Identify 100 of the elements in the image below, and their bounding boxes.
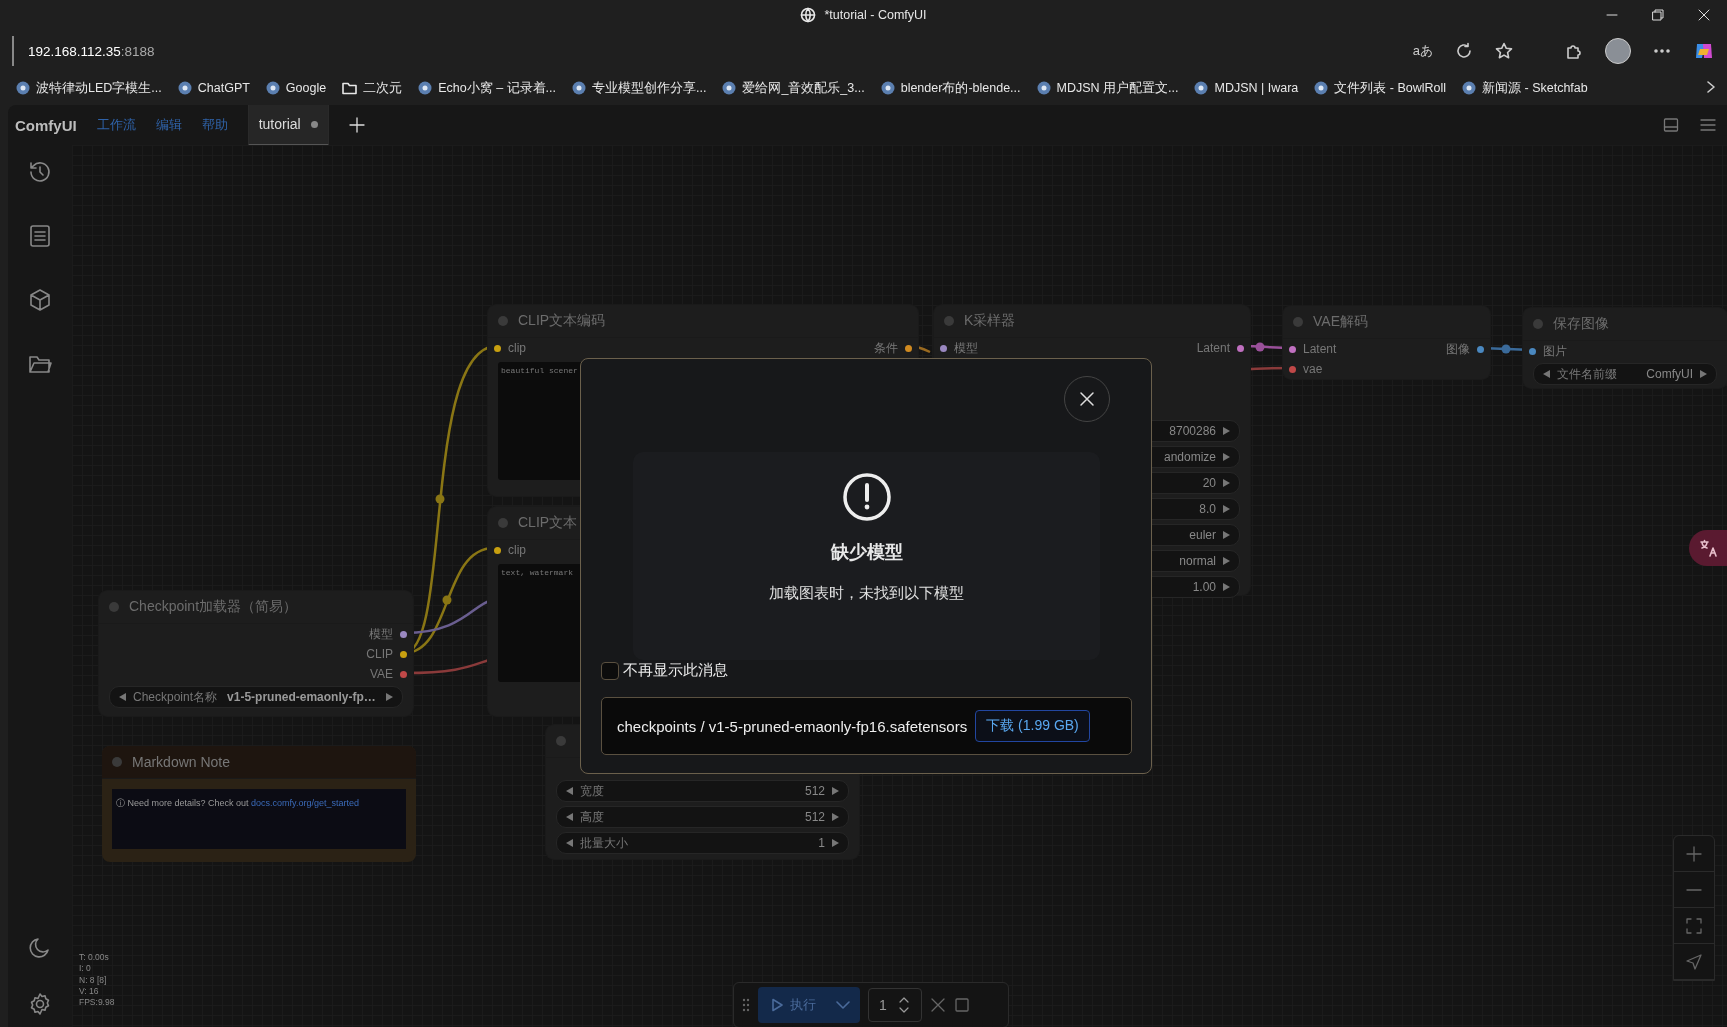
left-arrow-icon xyxy=(565,786,574,796)
slot-label: 条件 xyxy=(874,339,898,357)
cube-icon[interactable] xyxy=(27,287,53,313)
slot-dot[interactable] xyxy=(1289,345,1296,353)
chevron-right-icon[interactable] xyxy=(1705,79,1717,94)
caret-up-icon[interactable] xyxy=(898,997,909,1003)
right-arrow-icon xyxy=(831,786,840,796)
right-arrow-icon xyxy=(1222,478,1231,488)
widget-label: 高度 xyxy=(580,808,604,826)
slot-dot[interactable] xyxy=(494,546,501,554)
bookmark-link[interactable]: MDJSN | Iwara xyxy=(1214,81,1299,95)
node-status-icon xyxy=(1533,319,1543,329)
read-aloud-button[interactable]: aあ xyxy=(1412,42,1433,60)
node-card[interactable]: Checkpoint加载器（简易） 模型 CLIP VAE Checkpoint名称 v1-5-pruned-emaonly-fp… xyxy=(99,591,413,716)
bookmark-link[interactable]: Google xyxy=(285,81,327,95)
right-arrow-icon xyxy=(831,838,840,848)
stats-text: T: 0.00s xyxy=(79,952,110,964)
puzzle-icon[interactable] xyxy=(1565,42,1583,60)
widget-value: normal xyxy=(1179,554,1216,568)
history-icon[interactable] xyxy=(27,159,53,185)
site-icon xyxy=(1462,81,1477,95)
slot-dot[interactable] xyxy=(400,670,407,678)
bookmark-link[interactable]: ChatGPT xyxy=(197,81,250,95)
navigation-arrow-icon xyxy=(1686,953,1702,970)
bookmark-link[interactable]: Echo小窝 – 记录着... xyxy=(438,79,556,97)
widget-field[interactable]: 宽度 512 xyxy=(556,780,849,802)
checkbox[interactable] xyxy=(601,661,619,680)
widget-label: 批量大小 xyxy=(580,834,628,852)
widget-field[interactable]: 高度 512 xyxy=(556,806,849,828)
site-icon xyxy=(880,81,895,95)
slot-dot[interactable] xyxy=(494,344,501,352)
slot-dot[interactable] xyxy=(1477,345,1484,353)
refresh-icon[interactable] xyxy=(1455,42,1473,60)
bookmark-link[interactable]: 爱给网_音效配乐_3... xyxy=(742,79,865,97)
bookmark-link[interactable]: 新闻源 - Sketchfab xyxy=(1482,79,1588,97)
document-icon[interactable] xyxy=(27,223,53,249)
translate-button[interactable] xyxy=(1689,530,1727,566)
slot-dot[interactable] xyxy=(905,344,912,352)
widget-value: 1.00 xyxy=(1192,580,1216,594)
panel-icon[interactable] xyxy=(1663,117,1679,133)
widget-value: 8700286 xyxy=(1169,424,1216,438)
right-arrow-icon xyxy=(1222,452,1231,462)
download-button[interactable]: 下载 (1.99 GB) xyxy=(975,710,1090,742)
note-text: ⓘ Need more details? Check out docs.comfy.org/get_started xyxy=(116,798,359,808)
site-icon xyxy=(1194,81,1209,95)
plus-icon xyxy=(1686,845,1702,862)
batch-count-field[interactable]: 1 xyxy=(868,988,922,1022)
bookmark-link[interactable]: blender布的-blende... xyxy=(900,79,1021,97)
site-icon xyxy=(418,81,433,95)
docs-link[interactable]: docs.comfy.org/get_started xyxy=(251,798,359,808)
slot-label: vae xyxy=(1303,362,1323,376)
right-arrow-icon xyxy=(1699,369,1708,379)
slot-label: CLIP xyxy=(366,647,393,661)
node-status-icon xyxy=(944,316,954,326)
bookmark-link[interactable]: 波特律动LED字模生... xyxy=(36,79,162,97)
bookmark-link[interactable]: 文件列表 - BowlRoll xyxy=(1334,79,1447,97)
node-status-icon xyxy=(109,602,119,612)
star-icon[interactable] xyxy=(1495,42,1513,60)
widget-field[interactable]: Checkpoint名称 v1-5-pruned-emaonly-fp… xyxy=(109,686,403,708)
widget-value: 20 xyxy=(1202,476,1216,490)
slot-dot[interactable] xyxy=(1289,365,1296,373)
bookmark-link[interactable]: 二次元 xyxy=(363,79,403,97)
workflow-tab[interactable]: tutorial xyxy=(247,105,329,146)
bookmark-link[interactable]: MDJSN 用户配置文... xyxy=(1056,79,1179,97)
slot-dot[interactable] xyxy=(1237,344,1244,352)
stats-text: N: 8 [8] xyxy=(79,974,108,986)
checkbox-label: 不再显示此消息 xyxy=(623,661,728,680)
left-arrow-icon xyxy=(1542,369,1551,379)
note-card[interactable]: Markdown Note ⓘ Need more details? Check out docs.comfy.org/get_started xyxy=(102,746,416,862)
widget-value: andomize xyxy=(1163,450,1216,464)
address-field[interactable]: 192.168.112.35:8188 xyxy=(12,36,1399,66)
menu-icon[interactable] xyxy=(1699,117,1717,133)
slot-label: 图片 xyxy=(1543,342,1567,360)
cancel-icon[interactable] xyxy=(930,997,946,1013)
drag-handle-icon[interactable] xyxy=(742,998,750,1012)
caret-down-icon[interactable] xyxy=(898,1007,909,1013)
warning-icon xyxy=(841,472,892,522)
play-icon xyxy=(770,998,784,1012)
profile-avatar[interactable] xyxy=(1605,38,1631,64)
chevron-down-icon xyxy=(836,1000,850,1010)
right-arrow-icon xyxy=(385,692,394,702)
widget-label: 宽度 xyxy=(580,782,604,800)
node-title: K采样器 xyxy=(964,312,1016,330)
plus-icon[interactable] xyxy=(348,117,365,133)
node-title: CLIP文本编码 xyxy=(518,312,606,330)
slot-dot[interactable] xyxy=(1529,347,1536,355)
right-arrow-icon xyxy=(1222,504,1231,514)
site-icon xyxy=(16,81,30,95)
node-status-icon xyxy=(1293,317,1303,327)
widget-field[interactable]: 批量大小 1 xyxy=(556,832,849,854)
node-card[interactable]: 保存图像 图片 文件名前缀 ComfyUI xyxy=(1523,308,1727,388)
window-title: *tutorial - ComfyUI xyxy=(824,8,927,22)
node-card[interactable]: VAE解码 Latent 图像 vae xyxy=(1283,306,1490,379)
widget-field[interactable]: 文件名前缀 ComfyUI xyxy=(1533,363,1717,385)
fit-view-icon xyxy=(1686,917,1702,934)
slot-dot[interactable] xyxy=(400,650,407,658)
bookmark-link[interactable]: 专业模型创作分享... xyxy=(592,79,707,97)
slot-dot[interactable] xyxy=(940,344,947,352)
slot-dot[interactable] xyxy=(400,630,407,638)
node-status-icon xyxy=(556,736,566,746)
